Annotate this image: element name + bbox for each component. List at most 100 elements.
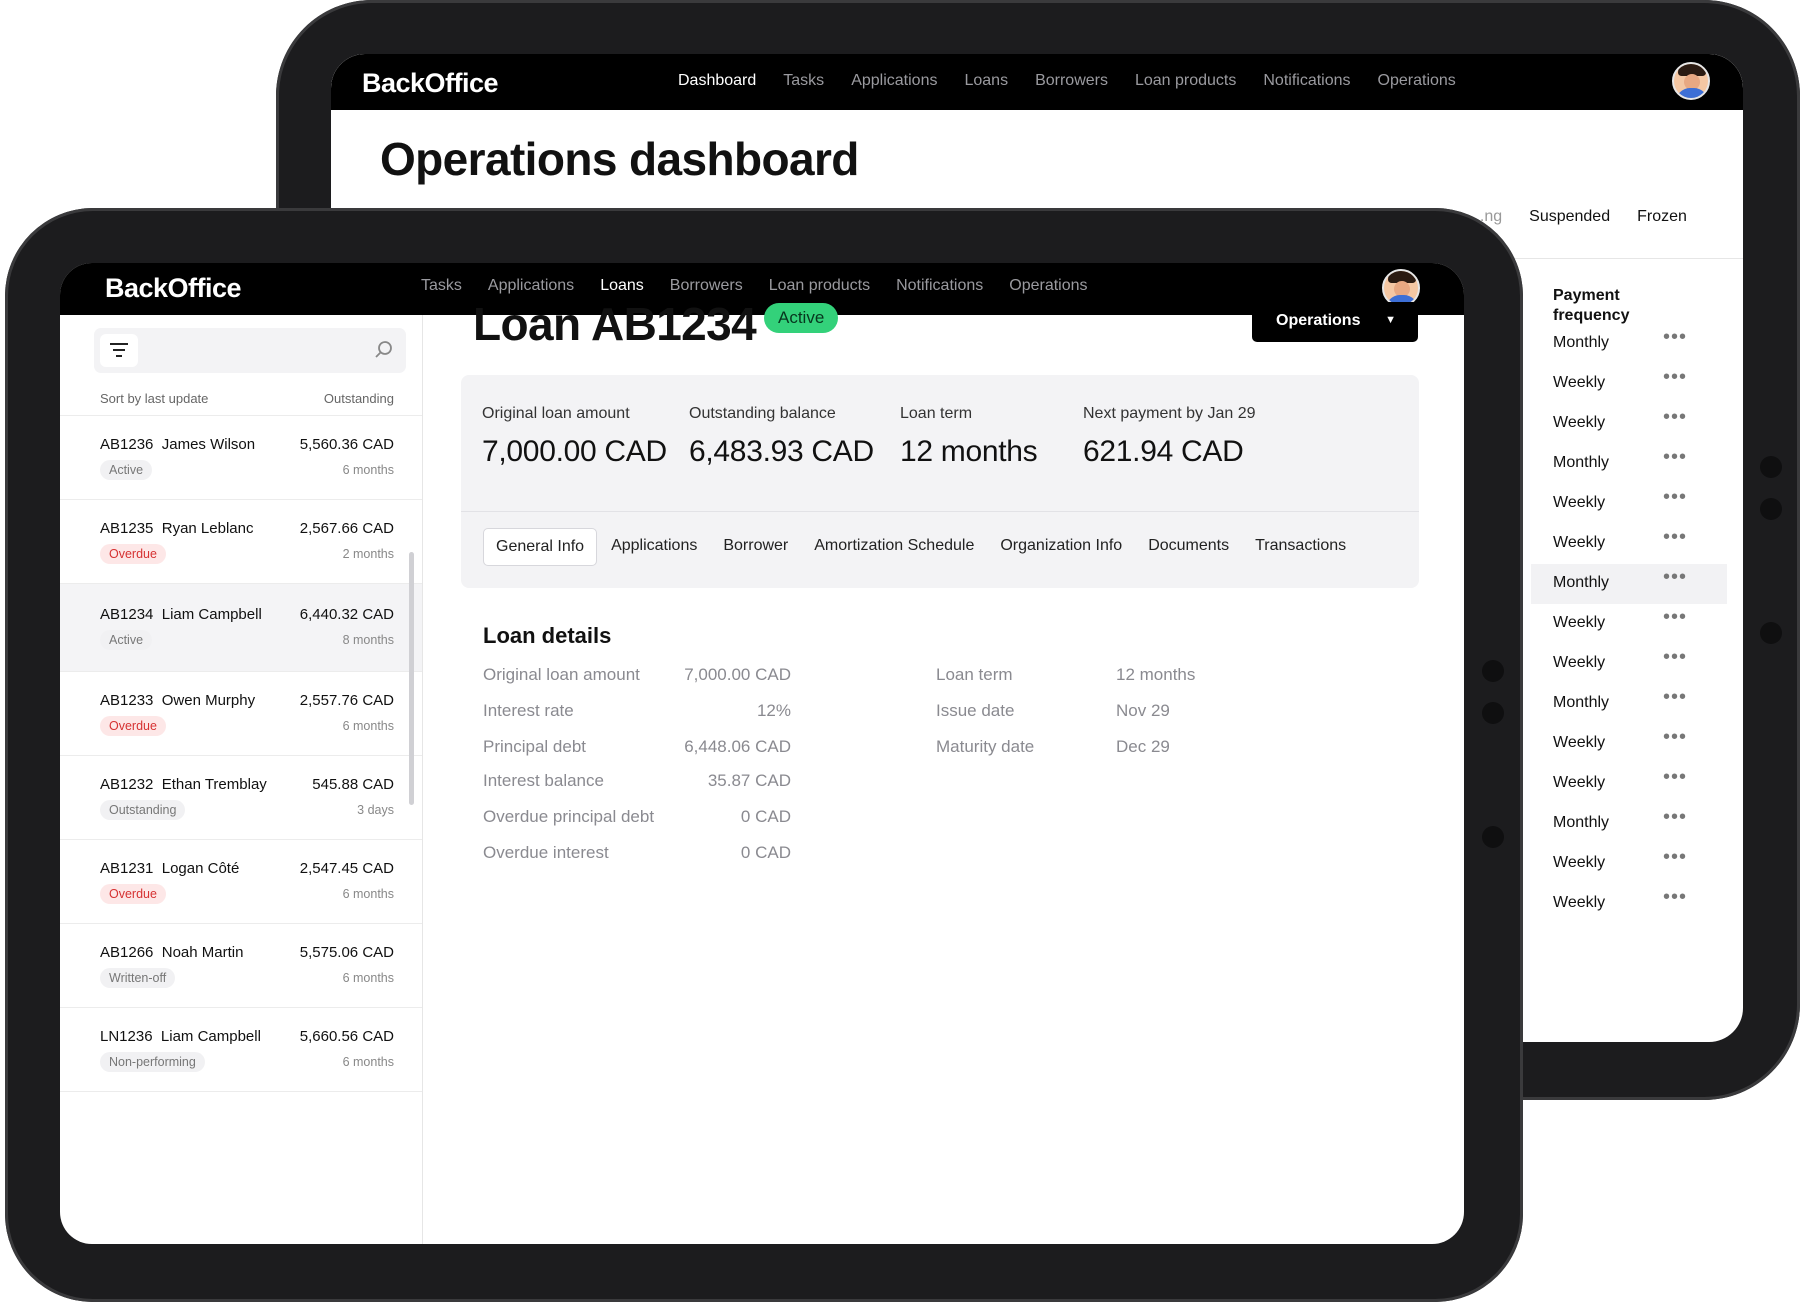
nav-borrowers[interactable]: Borrowers bbox=[670, 277, 743, 295]
pf-value: Weekly bbox=[1553, 494, 1606, 511]
tab-general-info[interactable]: General Info bbox=[483, 528, 598, 566]
more-icon[interactable]: ••• bbox=[1663, 846, 1687, 869]
loan-list-item-selected[interactable]: AB1234 Liam Campbell 6,440.32 CAD Active… bbox=[60, 584, 422, 672]
front-nav-links: Tasks Applications Loans Borrowers Loan … bbox=[421, 277, 1088, 295]
nav-loan-products[interactable]: Loan products bbox=[769, 277, 870, 295]
back-filter-suspended[interactable]: Suspended bbox=[1529, 208, 1610, 226]
loan-list-item[interactable]: AB1233 Owen Murphy 2,557.76 CAD Overdue … bbox=[60, 672, 422, 756]
loan-list-item[interactable]: AB1232 Ethan Tremblay 545.88 CAD Outstan… bbox=[60, 756, 422, 840]
more-icon[interactable]: ••• bbox=[1663, 566, 1687, 589]
tab-amortization-schedule[interactable]: Amortization Schedule bbox=[802, 528, 986, 566]
sidebar-scrollbar[interactable] bbox=[409, 552, 414, 805]
detail-value: 12 months bbox=[1116, 665, 1196, 684]
loan-item-amount: 2,547.45 CAD bbox=[299, 860, 394, 877]
loan-item-title: AB1266 Noah Martin bbox=[100, 944, 244, 961]
more-icon[interactable]: ••• bbox=[1663, 366, 1687, 389]
more-icon[interactable]: ••• bbox=[1663, 806, 1687, 829]
loan-list-item[interactable]: AB1231 Logan Côté 2,547.45 CAD Overdue 6… bbox=[60, 840, 422, 924]
nav-loans[interactable]: Loans bbox=[600, 277, 644, 295]
pf-row: Weekly ••• bbox=[1531, 764, 1727, 804]
loan-item-duration: 6 months bbox=[342, 1055, 394, 1069]
tab-organization-info[interactable]: Organization Info bbox=[988, 528, 1134, 566]
loan-item-amount: 5,560.36 CAD bbox=[299, 436, 394, 453]
loan-item-duration: 6 months bbox=[342, 463, 394, 477]
more-icon[interactable]: ••• bbox=[1663, 766, 1687, 789]
back-sensor bbox=[1760, 622, 1782, 644]
pf-row-highlighted[interactable]: Monthly ••• bbox=[1531, 564, 1727, 604]
loan-item-title: AB1231 Logan Côté bbox=[100, 860, 240, 877]
loan-list-item[interactable]: AB1236 James Wilson 5,560.36 CAD Active … bbox=[60, 416, 422, 500]
operations-dropdown-button[interactable]: Operations ▼ bbox=[1252, 302, 1418, 342]
more-icon[interactable]: ••• bbox=[1663, 726, 1687, 749]
detail-label: Overdue interest bbox=[483, 843, 609, 862]
back-nav-loans[interactable]: Loans bbox=[964, 72, 1008, 90]
nav-notifications[interactable]: Notifications bbox=[896, 277, 983, 295]
front-camera bbox=[1482, 660, 1504, 682]
loan-item-duration: 6 months bbox=[342, 887, 394, 901]
nav-applications[interactable]: Applications bbox=[488, 277, 574, 295]
detail-label: Overdue principal debt bbox=[483, 807, 655, 826]
operations-button-label: Operations bbox=[1276, 312, 1361, 329]
more-icon[interactable]: ••• bbox=[1663, 606, 1687, 629]
back-nav-links: Dashboard Tasks Applications Loans Borro… bbox=[678, 72, 1456, 90]
more-icon[interactable]: ••• bbox=[1663, 686, 1687, 709]
pf-row: Weekly ••• bbox=[1531, 604, 1727, 644]
back-nav-operations[interactable]: Operations bbox=[1378, 72, 1456, 90]
pf-row: Weekly ••• bbox=[1531, 644, 1727, 684]
tab-documents[interactable]: Documents bbox=[1136, 528, 1241, 566]
back-camera bbox=[1760, 456, 1782, 478]
back-filter-frozen[interactable]: Frozen bbox=[1637, 208, 1687, 226]
loan-list-item[interactable]: LN1236 Liam Campbell 5,660.56 CAD Non-pe… bbox=[60, 1008, 422, 1092]
back-nav-dashboard[interactable]: Dashboard bbox=[678, 72, 756, 90]
loan-item-title: AB1234 Liam Campbell bbox=[100, 606, 262, 623]
loan-list-item[interactable]: AB1235 Ryan Leblanc 2,567.66 CAD Overdue… bbox=[60, 500, 422, 584]
more-icon[interactable]: ••• bbox=[1663, 406, 1687, 429]
tab-transactions[interactable]: Transactions bbox=[1243, 528, 1358, 566]
pf-row: Weekly ••• bbox=[1531, 884, 1727, 924]
pf-row: Weekly ••• bbox=[1531, 404, 1727, 444]
status-badge: Active bbox=[764, 303, 839, 333]
more-icon[interactable]: ••• bbox=[1663, 886, 1687, 909]
back-nav-loan-products[interactable]: Loan products bbox=[1135, 72, 1236, 90]
loan-item-amount: 2,567.66 CAD bbox=[299, 520, 394, 537]
detail-value: 0 CAD bbox=[740, 807, 791, 826]
summary-next-payment: Next payment by Jan 29 621.94 CAD bbox=[1083, 405, 1256, 469]
loan-list: AB1236 James Wilson 5,560.36 CAD Active … bbox=[60, 415, 422, 1092]
outstanding-column-label: Outstanding bbox=[323, 391, 394, 406]
back-user-avatar[interactable] bbox=[1672, 62, 1710, 100]
nav-operations[interactable]: Operations bbox=[1009, 277, 1087, 295]
loan-item-amount: 545.88 CAD bbox=[312, 776, 394, 793]
loan-item-amount: 2,557.76 CAD bbox=[299, 692, 394, 709]
sort-label[interactable]: Sort by last update bbox=[100, 391, 208, 406]
detail-value: Dec 29 bbox=[1116, 737, 1170, 756]
payment-frequency-header: Payment frequency bbox=[1553, 287, 1630, 324]
page-title: Loan AB1234 bbox=[473, 298, 757, 350]
tab-borrower[interactable]: Borrower bbox=[711, 528, 800, 566]
summary-original-amount: Original loan amount 7,000.00 CAD bbox=[482, 405, 667, 469]
back-nav-tasks[interactable]: Tasks bbox=[783, 72, 824, 90]
back-nav-borrowers[interactable]: Borrowers bbox=[1035, 72, 1108, 90]
loan-details-heading: Loan details bbox=[483, 623, 612, 648]
more-icon[interactable]: ••• bbox=[1663, 326, 1687, 349]
pf-row: Monthly ••• bbox=[1531, 324, 1727, 364]
tab-applications[interactable]: Applications bbox=[599, 528, 709, 566]
loan-list-item[interactable]: AB1266 Noah Martin 5,575.06 CAD Written-… bbox=[60, 924, 422, 1008]
detail-value: Nov 29 bbox=[1116, 701, 1170, 720]
more-icon[interactable]: ••• bbox=[1663, 486, 1687, 509]
back-sensor bbox=[1760, 498, 1782, 520]
more-icon[interactable]: ••• bbox=[1663, 646, 1687, 669]
back-nav-applications[interactable]: Applications bbox=[851, 72, 937, 90]
filter-button[interactable] bbox=[100, 334, 138, 367]
summary-outstanding-balance: Outstanding balance 6,483.93 CAD bbox=[689, 405, 874, 469]
search-icon[interactable] bbox=[374, 340, 394, 360]
pf-value: Weekly bbox=[1553, 734, 1606, 751]
search-input[interactable] bbox=[94, 328, 406, 373]
loan-item-title: AB1235 Ryan Leblanc bbox=[100, 520, 254, 537]
pf-value: Monthly bbox=[1553, 574, 1610, 591]
nav-tasks[interactable]: Tasks bbox=[421, 277, 462, 295]
loan-item-amount: 5,660.56 CAD bbox=[299, 1028, 394, 1045]
back-nav-notifications[interactable]: Notifications bbox=[1263, 72, 1350, 90]
more-icon[interactable]: ••• bbox=[1663, 446, 1687, 469]
more-icon[interactable]: ••• bbox=[1663, 526, 1687, 549]
summary-label: Original loan amount bbox=[482, 405, 630, 422]
